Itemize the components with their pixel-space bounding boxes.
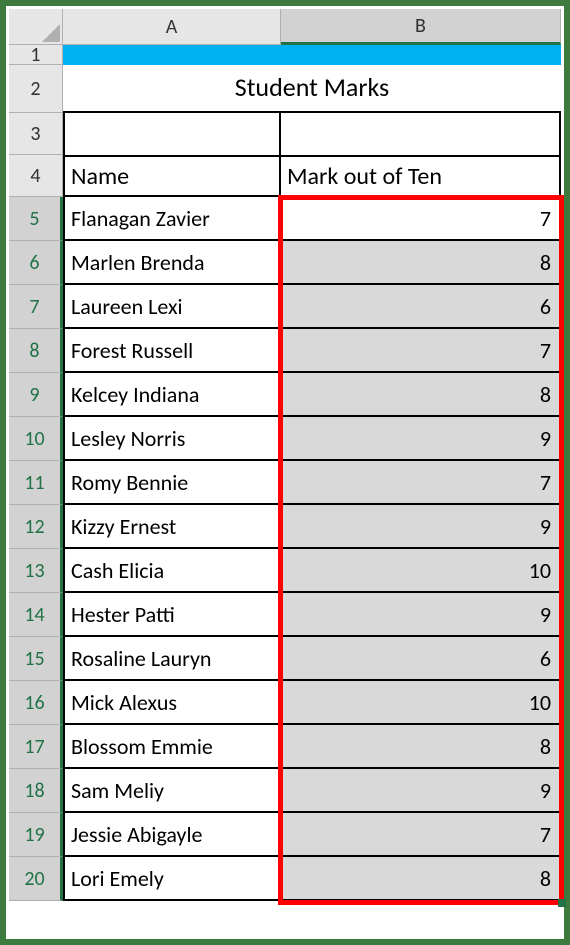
column-header-b[interactable]: B	[281, 9, 561, 45]
row-header-3[interactable]: 3	[9, 113, 63, 155]
table-row: 7Laureen Lexi6	[9, 285, 561, 329]
cell-mark[interactable]: 8	[281, 857, 561, 901]
table-row: 16Mick Alexus10	[9, 681, 561, 725]
row-header-2[interactable]: 2	[9, 65, 63, 113]
row-header-9[interactable]: 9	[9, 373, 63, 417]
row-header-5[interactable]: 5	[9, 197, 63, 241]
table-row: 13Cash Elicia10	[9, 549, 561, 593]
row-header-14[interactable]: 14	[9, 593, 63, 637]
cell-name[interactable]: Romy Bennie	[63, 461, 281, 505]
cell-name[interactable]: Blossom Emmie	[63, 725, 281, 769]
column-header-a[interactable]: A	[63, 9, 281, 45]
row-4: 4 Name Mark out of Ten	[9, 155, 561, 197]
table-row: 6Marlen Brenda8	[9, 241, 561, 285]
cell-name[interactable]: Jessie Abigayle	[63, 813, 281, 857]
row-header-7[interactable]: 7	[9, 285, 63, 329]
cell-name[interactable]: Hester Patti	[63, 593, 281, 637]
cell-mark[interactable]: 9	[281, 769, 561, 813]
screenshot-frame: A B 1 2 Student Marks 3 4 Name Mark ou	[0, 0, 570, 945]
row-header-15[interactable]: 15	[9, 637, 63, 681]
column-headers-row: A B	[9, 9, 561, 45]
table-row: 12Kizzy Ernest9	[9, 505, 561, 549]
row-1: 1	[9, 45, 561, 65]
cell-name[interactable]: Laureen Lexi	[63, 285, 281, 329]
cell-name[interactable]: Kelcey Indiana	[63, 373, 281, 417]
row-3: 3	[9, 113, 561, 155]
row-header-20[interactable]: 20	[9, 857, 63, 901]
row-header-10[interactable]: 10	[9, 417, 63, 461]
row-header-18[interactable]: 18	[9, 769, 63, 813]
cell-name[interactable]: Forest Russell	[63, 329, 281, 373]
cell-name[interactable]: Marlen Brenda	[63, 241, 281, 285]
row-header-6[interactable]: 6	[9, 241, 63, 285]
cell-mark[interactable]: 10	[281, 549, 561, 593]
cell-name[interactable]: Lori Emely	[63, 857, 281, 901]
cell-mark[interactable]: 7	[281, 197, 561, 241]
cell-mark[interactable]: 7	[281, 813, 561, 857]
header-mark[interactable]: Mark out of Ten	[281, 155, 561, 197]
cell-mark[interactable]: 10	[281, 681, 561, 725]
cell-mark[interactable]: 8	[281, 725, 561, 769]
cell-b1[interactable]	[281, 45, 561, 65]
cell-name[interactable]: Cash Elicia	[63, 549, 281, 593]
table-row: 20Lori Emely8	[9, 857, 561, 901]
cell-mark[interactable]: 9	[281, 505, 561, 549]
row-header-12[interactable]: 12	[9, 505, 63, 549]
cell-a1[interactable]	[63, 45, 281, 65]
cell-b3[interactable]	[281, 113, 561, 155]
grid-rows: 1 2 Student Marks 3 4 Name Mark out of T…	[9, 45, 561, 901]
cell-mark[interactable]: 6	[281, 637, 561, 681]
row-header-8[interactable]: 8	[9, 329, 63, 373]
table-row: 18Sam Meliy9	[9, 769, 561, 813]
cell-mark[interactable]: 9	[281, 417, 561, 461]
cell-name[interactable]: Lesley Norris	[63, 417, 281, 461]
cell-name[interactable]: Rosaline Lauryn	[63, 637, 281, 681]
table-row: 10Lesley Norris9	[9, 417, 561, 461]
table-row: 17Blossom Emmie8	[9, 725, 561, 769]
row-header-13[interactable]: 13	[9, 549, 63, 593]
cell-mark[interactable]: 8	[281, 373, 561, 417]
cell-mark[interactable]: 8	[281, 241, 561, 285]
spreadsheet: A B 1 2 Student Marks 3 4 Name Mark ou	[9, 9, 561, 901]
header-name[interactable]: Name	[63, 155, 281, 197]
cell-mark[interactable]: 7	[281, 461, 561, 505]
table-row: 19Jessie Abigayle7	[9, 813, 561, 857]
select-all-corner[interactable]	[9, 9, 63, 45]
cell-name[interactable]: Mick Alexus	[63, 681, 281, 725]
fill-handle[interactable]	[558, 899, 566, 907]
cell-name[interactable]: Kizzy Ernest	[63, 505, 281, 549]
row-2: 2 Student Marks	[9, 65, 561, 113]
cell-name[interactable]: Sam Meliy	[63, 769, 281, 813]
cell-mark[interactable]: 6	[281, 285, 561, 329]
cell-mark[interactable]: 7	[281, 329, 561, 373]
row-header-11[interactable]: 11	[9, 461, 63, 505]
table-row: 9Kelcey Indiana8	[9, 373, 561, 417]
table-row: 8Forest Russell7	[9, 329, 561, 373]
select-all-triangle-icon	[42, 24, 60, 42]
cell-name[interactable]: Flanagan Zavier	[63, 197, 281, 241]
row-header-4[interactable]: 4	[9, 155, 63, 197]
table-row: 5Flanagan Zavier7	[9, 197, 561, 241]
row-header-19[interactable]: 19	[9, 813, 63, 857]
row-header-16[interactable]: 16	[9, 681, 63, 725]
row-header-1[interactable]: 1	[9, 45, 63, 65]
table-row: 11Romy Bennie7	[9, 461, 561, 505]
cell-a3[interactable]	[63, 113, 281, 155]
table-row: 15Rosaline Lauryn6	[9, 637, 561, 681]
cell-mark[interactable]: 9	[281, 593, 561, 637]
title-cell[interactable]: Student Marks	[63, 65, 561, 113]
row-header-17[interactable]: 17	[9, 725, 63, 769]
table-row: 14Hester Patti9	[9, 593, 561, 637]
